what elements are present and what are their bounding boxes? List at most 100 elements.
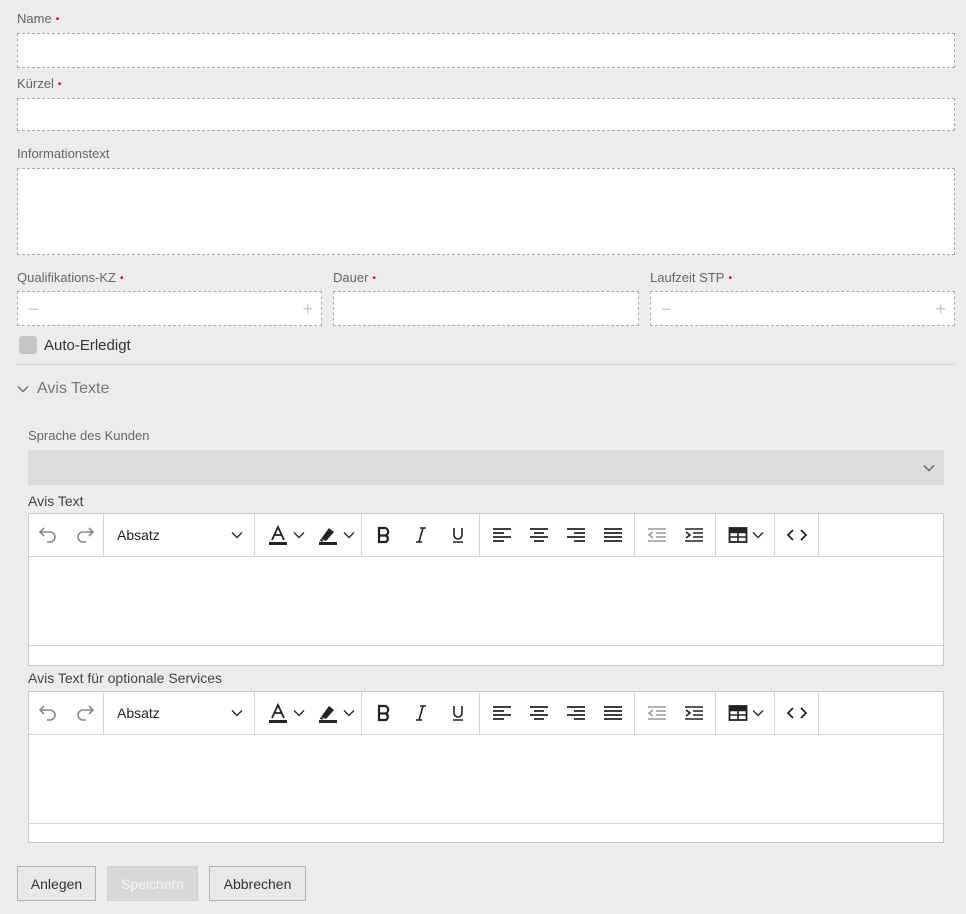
align-center-icon bbox=[529, 528, 548, 542]
editor-toolbar: Absatz bbox=[29, 514, 943, 557]
bold-button[interactable] bbox=[365, 692, 402, 734]
highlighter-icon bbox=[319, 528, 337, 545]
underline-icon bbox=[452, 706, 463, 721]
align-right-button[interactable] bbox=[557, 692, 594, 734]
outdent-icon bbox=[647, 528, 666, 542]
chevron-down-icon bbox=[231, 709, 243, 717]
avis-optional-label: Avis Text für optionale Services bbox=[28, 670, 223, 686]
avis-section-toggle[interactable]: Avis Texte bbox=[17, 380, 109, 398]
align-justify-icon bbox=[603, 706, 622, 720]
chevron-down-icon bbox=[293, 709, 305, 717]
italic-icon bbox=[415, 527, 426, 543]
table-button[interactable] bbox=[716, 692, 774, 734]
outdent-button[interactable] bbox=[638, 692, 675, 734]
editor-content[interactable] bbox=[29, 557, 943, 646]
avis-text-label: Avis Text bbox=[28, 493, 84, 509]
align-center-button[interactable] bbox=[520, 514, 557, 556]
align-justify-button[interactable] bbox=[594, 514, 631, 556]
chevron-down-icon bbox=[752, 709, 764, 717]
speichern-button[interactable]: Speichern bbox=[107, 866, 198, 901]
highlighter-icon bbox=[319, 706, 337, 723]
auto-erledigt-checkbox[interactable] bbox=[19, 336, 37, 354]
code-icon bbox=[786, 707, 807, 719]
dauer-input[interactable] bbox=[333, 291, 639, 326]
source-code-button[interactable] bbox=[778, 692, 815, 734]
indent-icon bbox=[684, 528, 703, 542]
text-color-icon bbox=[269, 703, 287, 723]
undo-icon bbox=[38, 705, 56, 721]
outdent-button[interactable] bbox=[638, 514, 675, 556]
align-left-button[interactable] bbox=[483, 692, 520, 734]
table-icon bbox=[728, 527, 748, 543]
bold-button[interactable] bbox=[365, 514, 402, 556]
table-button[interactable] bbox=[716, 514, 774, 556]
undo-button[interactable] bbox=[29, 692, 66, 734]
align-justify-icon bbox=[603, 528, 622, 542]
align-center-button[interactable] bbox=[520, 692, 557, 734]
chevron-down-icon bbox=[231, 531, 243, 539]
editor-toolbar: Absatz bbox=[29, 692, 943, 735]
avis-optional-editor[interactable]: Absatz bbox=[28, 691, 944, 843]
dauer-label: Dauer • bbox=[333, 270, 376, 285]
indent-icon bbox=[684, 706, 703, 720]
text-color-button[interactable] bbox=[255, 692, 311, 734]
name-input[interactable] bbox=[17, 33, 955, 68]
source-code-button[interactable] bbox=[778, 514, 815, 556]
code-icon bbox=[786, 529, 807, 541]
laufzeit-stepper[interactable]: − + bbox=[650, 291, 955, 326]
table-icon bbox=[728, 705, 748, 721]
chevron-down-icon bbox=[17, 385, 29, 393]
italic-button[interactable] bbox=[402, 692, 439, 734]
avis-text-editor[interactable]: Absatz bbox=[28, 513, 944, 666]
indent-button[interactable] bbox=[675, 514, 712, 556]
sprache-select[interactable] bbox=[28, 450, 944, 485]
editor-content[interactable] bbox=[29, 735, 943, 824]
align-left-button[interactable] bbox=[483, 514, 520, 556]
bold-icon bbox=[377, 526, 389, 544]
increment-button[interactable]: + bbox=[302, 300, 313, 318]
required-indicator: • bbox=[119, 273, 124, 284]
underline-button[interactable] bbox=[439, 514, 476, 556]
underline-icon bbox=[452, 528, 463, 543]
align-right-button[interactable] bbox=[557, 514, 594, 556]
abbrechen-button[interactable]: Abbrechen bbox=[209, 866, 306, 901]
align-right-icon bbox=[566, 706, 585, 720]
name-label: Name • bbox=[17, 11, 60, 26]
chevron-down-icon bbox=[343, 709, 355, 717]
info-textarea[interactable] bbox=[17, 168, 955, 255]
highlight-color-button[interactable] bbox=[311, 692, 361, 734]
sprache-label: Sprache des Kunden bbox=[28, 428, 150, 443]
redo-icon bbox=[76, 705, 94, 721]
editor-statusbar bbox=[29, 646, 943, 665]
underline-button[interactable] bbox=[439, 692, 476, 734]
redo-button[interactable] bbox=[66, 514, 103, 556]
block-format-select[interactable]: Absatz bbox=[104, 514, 254, 556]
kuerzel-input[interactable] bbox=[17, 98, 955, 131]
divider bbox=[17, 364, 955, 365]
italic-button[interactable] bbox=[402, 514, 439, 556]
decrement-button[interactable]: − bbox=[28, 300, 39, 318]
increment-button[interactable]: + bbox=[935, 300, 946, 318]
laufzeit-label: Laufzeit STP • bbox=[650, 270, 732, 285]
align-right-icon bbox=[566, 528, 585, 542]
undo-button[interactable] bbox=[29, 514, 66, 556]
align-left-icon bbox=[492, 528, 511, 542]
block-format-select[interactable]: Absatz bbox=[104, 692, 254, 734]
indent-button[interactable] bbox=[675, 692, 712, 734]
block-format-value: Absatz bbox=[117, 705, 160, 721]
required-indicator: • bbox=[57, 79, 62, 90]
auto-erledigt-label: Auto-Erledigt bbox=[44, 337, 131, 354]
text-color-icon bbox=[269, 525, 287, 545]
text-color-button[interactable] bbox=[255, 514, 311, 556]
align-center-icon bbox=[529, 706, 548, 720]
align-left-icon bbox=[492, 706, 511, 720]
qual-stepper[interactable]: − + bbox=[17, 291, 322, 326]
qual-label: Qualifikations-KZ • bbox=[17, 270, 124, 285]
chevron-down-icon bbox=[923, 464, 935, 472]
redo-button[interactable] bbox=[66, 692, 103, 734]
highlight-color-button[interactable] bbox=[311, 514, 361, 556]
chevron-down-icon bbox=[343, 531, 355, 539]
anlegen-button[interactable]: Anlegen bbox=[17, 866, 96, 901]
align-justify-button[interactable] bbox=[594, 692, 631, 734]
decrement-button[interactable]: − bbox=[661, 300, 672, 318]
